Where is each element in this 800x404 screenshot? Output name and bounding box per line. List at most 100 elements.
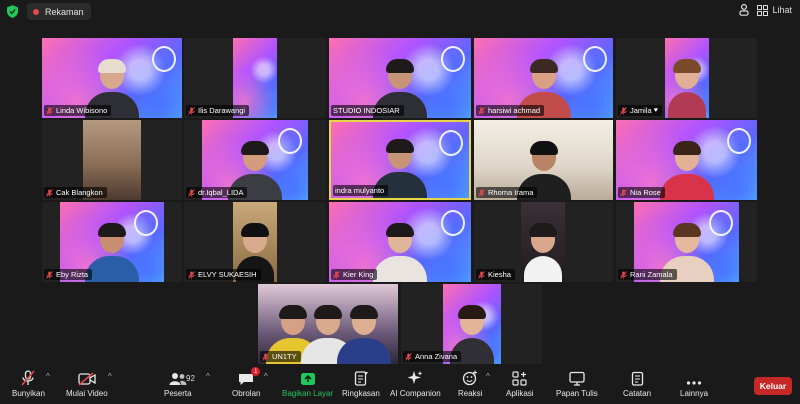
participant-figure	[85, 222, 139, 282]
top-bar: Rekaman Lihat	[0, 0, 800, 24]
whiteboard-icon	[568, 370, 586, 386]
unmute-button[interactable]: Bunyikan	[12, 370, 45, 398]
participant-name-tag: Ilis Darawangi	[186, 105, 250, 116]
participant-name-tag: Rani Zamala	[618, 269, 677, 280]
mic-muted-icon	[262, 352, 269, 361]
notes-icon	[628, 370, 646, 386]
meeting-toolbar: Bunyikan ^ Mulai Video ^ Peserta 92 ^ 1 …	[0, 367, 800, 404]
participant-tile[interactable]: UN1TY	[258, 284, 398, 364]
participants-icon	[169, 370, 187, 386]
participant-tile[interactable]: Linda Wibisono	[42, 38, 182, 118]
share-screen-icon	[299, 370, 317, 386]
participant-tile[interactable]: Rani Zamala	[616, 202, 757, 282]
participant-figure	[337, 304, 392, 364]
mic-muted-icon	[46, 188, 53, 197]
leave-button[interactable]: Keluar	[754, 377, 792, 395]
participant-name-tag: STUDIO INDOSIAR	[331, 105, 404, 116]
mic-muted-icon	[46, 270, 53, 279]
event-logo-icon	[583, 46, 607, 72]
audio-options-chevron-up-icon[interactable]: ^	[46, 372, 50, 381]
participant-tile-active-speaker[interactable]: indra mulyanto	[329, 120, 471, 200]
event-logo-icon	[439, 130, 463, 156]
participant-name-tag: Kier King	[331, 269, 378, 280]
participant-tile[interactable]: Cak Blangkon	[42, 120, 182, 200]
mic-muted-icon	[620, 188, 627, 197]
summary-button[interactable]: Ringkasan	[342, 370, 380, 398]
participant-name-tag: indra mulyanto	[333, 185, 389, 196]
apps-button[interactable]: Aplikasi	[506, 370, 534, 398]
participant-figure	[373, 222, 427, 282]
event-logo-icon	[441, 46, 465, 72]
mic-muted-icon	[478, 270, 485, 279]
participant-name-tag: harsiwi achmad	[476, 105, 545, 116]
event-logo-icon	[727, 128, 751, 154]
chat-button[interactable]: 1 Obrolan	[232, 367, 261, 398]
participant-figure	[524, 222, 562, 282]
participant-tile[interactable]: Rhoma Irama	[474, 120, 613, 200]
reactions-options-chevron-up-icon[interactable]: ^	[486, 372, 490, 381]
participant-name-tag: Eby Rizta	[44, 269, 93, 280]
mic-muted-icon	[46, 106, 53, 115]
participant-figure	[668, 58, 706, 118]
recording-label: Rekaman	[45, 6, 84, 17]
chat-icon: 1	[237, 367, 261, 386]
event-logo-icon	[152, 46, 176, 72]
mic-muted-icon	[478, 188, 485, 197]
person-icon[interactable]	[739, 4, 750, 16]
participant-name-tag: ELVY SUKAESIH	[186, 269, 261, 280]
mic-muted-icon	[19, 370, 37, 386]
participant-tile[interactable]: Jamila ♥	[616, 38, 757, 118]
participants-options-chevron-up-icon[interactable]: ^	[206, 372, 210, 381]
shield-check-icon[interactable]	[7, 5, 18, 18]
participant-name-tag: Anna Zivana	[403, 351, 462, 362]
mic-muted-icon	[620, 270, 627, 279]
participants-count: 92	[186, 374, 195, 383]
mic-muted-icon	[478, 106, 485, 115]
mic-muted-icon	[333, 270, 340, 279]
participant-tile[interactable]: Kiesha	[474, 202, 613, 282]
start-video-button[interactable]: Mulai Video	[66, 370, 108, 398]
participant-name-tag: UN1TY	[260, 351, 301, 362]
participant-name-tag: Rhoma Irama	[476, 187, 538, 198]
more-icon	[685, 370, 703, 386]
summary-icon	[352, 370, 370, 386]
ai-companion-button[interactable]: AI Companion	[390, 370, 441, 398]
participant-tile[interactable]: ELVY SUKAESIH	[184, 202, 326, 282]
smiley-icon	[461, 370, 479, 386]
chat-unread-badge: 1	[251, 367, 261, 376]
participant-tile[interactable]: dr.Iqbal_LIDA	[184, 120, 326, 200]
video-off-icon	[78, 370, 96, 386]
more-button[interactable]: Lainnya	[680, 370, 708, 398]
heart-icon: ♥	[653, 107, 658, 114]
mic-muted-icon	[188, 270, 195, 279]
participant-name-tag: dr.Iqbal_LIDA	[186, 187, 248, 198]
participant-tile[interactable]: Anna Zivana	[401, 284, 542, 364]
participant-name-tag: Nia Rose	[618, 187, 665, 198]
whiteboard-button[interactable]: Papan Tulis	[556, 370, 598, 398]
recording-indicator[interactable]: Rekaman	[27, 3, 91, 20]
sparkle-icon	[406, 370, 424, 386]
event-logo-icon	[441, 210, 465, 236]
notes-button[interactable]: Catatan	[623, 370, 651, 398]
participant-name-tag: Linda Wibisono	[44, 105, 112, 116]
participant-tile[interactable]: STUDIO INDOSIAR	[329, 38, 471, 118]
view-button[interactable]: Lihat	[757, 4, 792, 16]
mic-muted-icon	[620, 106, 627, 115]
mic-muted-icon	[188, 188, 195, 197]
participant-tile[interactable]: Kier King	[329, 202, 471, 282]
view-label: Lihat	[772, 5, 792, 15]
share-screen-button[interactable]: Bagikan Layar	[282, 370, 333, 398]
mic-muted-icon	[405, 352, 412, 361]
participant-tile[interactable]: harsiwi achmad	[474, 38, 613, 118]
apps-icon	[511, 370, 529, 386]
mic-muted-icon	[188, 106, 195, 115]
video-options-chevron-up-icon[interactable]: ^	[108, 372, 112, 381]
chat-options-chevron-up-icon[interactable]: ^	[264, 372, 268, 381]
grid-icon	[757, 4, 769, 16]
participant-tile[interactable]: Eby Rizta	[42, 202, 182, 282]
participant-video	[521, 202, 565, 282]
reactions-button[interactable]: Reaksi	[458, 370, 482, 398]
participant-tile[interactable]: Nia Rose	[616, 120, 757, 200]
participant-tile[interactable]: Ilis Darawangi	[184, 38, 326, 118]
participant-video	[665, 38, 709, 118]
